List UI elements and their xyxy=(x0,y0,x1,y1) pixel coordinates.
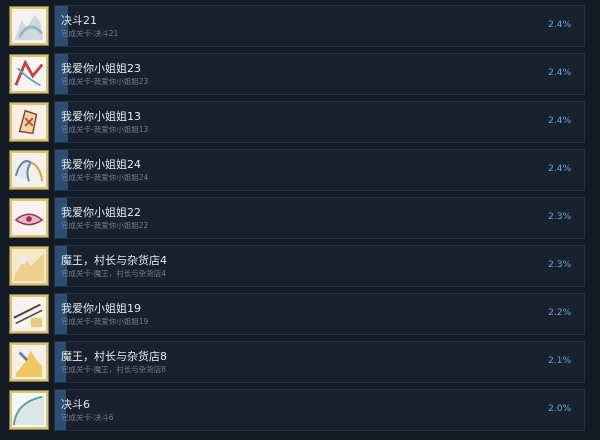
achievement-description: 完成关卡-我爱你小姐姐24 xyxy=(61,173,149,182)
achievement-title: 决斗6 xyxy=(61,398,90,411)
achievement-progress-track: 我爱你小姐姐22 完成关卡-我爱你小姐姐22 2.3% xyxy=(54,197,585,239)
achievement-row[interactable]: 我爱你小姐姐22 完成关卡-我爱你小姐姐22 2.3% xyxy=(9,197,585,239)
achievement-description: 完成关卡-决斗21 xyxy=(61,29,119,38)
achievement-description: 完成关卡-我爱你小姐姐23 xyxy=(61,77,149,86)
achievement-progress-track: 我爱你小姐姐23 完成关卡-我爱你小姐姐23 2.4% xyxy=(54,53,585,95)
achievement-progress-track: 魔王，村长与杂货店8 完成关卡-魔王，村长与杂货店8 2.1% xyxy=(54,341,585,383)
achievement-progress-track: 决斗21 完成关卡-决斗21 2.4% xyxy=(54,5,585,47)
achievement-title: 我爱你小姐姐19 xyxy=(61,302,141,315)
achievement-title: 我爱你小姐姐22 xyxy=(61,206,141,219)
achievement-thumbnail-icon xyxy=(9,198,49,238)
achievement-progress-track: 我爱你小姐姐13 完成关卡-我爱你小姐姐13 2.4% xyxy=(54,101,585,143)
achievement-percent: 2.3% xyxy=(548,260,571,270)
achievement-title: 我爱你小姐姐23 xyxy=(61,62,141,75)
achievement-progress-track: 我爱你小姐姐24 完成关卡-我爱你小姐姐24 2.4% xyxy=(54,149,585,191)
achievement-row[interactable]: 魔王，村长与杂货店4 完成关卡-魔王，村长与杂货店4 2.3% xyxy=(9,245,585,287)
achievement-title: 我爱你小姐姐24 xyxy=(61,158,141,171)
achievement-description: 完成关卡-我爱你小姐姐22 xyxy=(61,221,149,230)
achievement-row[interactable]: 我爱你小姐姐23 完成关卡-我爱你小姐姐23 2.4% xyxy=(9,53,585,95)
achievement-percent: 2.3% xyxy=(548,212,571,222)
achievement-percent: 2.4% xyxy=(548,68,571,78)
achievement-progress-track: 决斗6 完成关卡-决斗6 2.0% xyxy=(54,389,585,431)
achievement-row[interactable]: 我爱你小姐姐19 完成关卡-我爱你小姐姐19 2.2% xyxy=(9,293,585,335)
achievement-thumbnail-icon xyxy=(9,246,49,286)
achievement-thumbnail-icon xyxy=(9,342,49,382)
achievement-row[interactable]: 魔王，村长与杂货店8 完成关卡-魔王，村长与杂货店8 2.1% xyxy=(9,341,585,383)
achievement-percent: 2.4% xyxy=(548,164,571,174)
achievement-thumbnail-icon xyxy=(9,150,49,190)
achievement-description: 完成关卡-魔王，村长与杂货店8 xyxy=(61,365,166,374)
achievement-percent: 2.4% xyxy=(548,20,571,30)
achievement-percent: 2.1% xyxy=(548,356,571,366)
achievement-description: 完成关卡-魔王，村长与杂货店4 xyxy=(61,269,166,278)
achievement-description: 完成关卡-我爱你小姐姐13 xyxy=(61,125,149,134)
achievement-thumbnail-icon xyxy=(9,102,49,142)
achievement-description: 完成关卡-我爱你小姐姐19 xyxy=(61,317,149,326)
achievement-title: 魔王，村长与杂货店8 xyxy=(61,350,167,363)
achievement-title: 魔王，村长与杂货店4 xyxy=(61,254,167,267)
achievement-progress-track: 我爱你小姐姐19 完成关卡-我爱你小姐姐19 2.2% xyxy=(54,293,585,335)
achievement-percent: 2.0% xyxy=(548,404,571,414)
achievement-description: 完成关卡-决斗6 xyxy=(61,413,114,422)
achievement-percent: 2.2% xyxy=(548,308,571,318)
achievement-percent: 2.4% xyxy=(548,116,571,126)
achievement-thumbnail-icon xyxy=(9,6,49,46)
achievement-thumbnail-icon xyxy=(9,294,49,334)
achievement-row[interactable]: 决斗21 完成关卡-决斗21 2.4% xyxy=(9,5,585,47)
achievement-thumbnail-icon xyxy=(9,54,49,94)
achievement-row[interactable]: 我爱你小姐姐13 完成关卡-我爱你小姐姐13 2.4% xyxy=(9,101,585,143)
achievement-progress-track: 魔王，村长与杂货店4 完成关卡-魔王，村长与杂货店4 2.3% xyxy=(54,245,585,287)
achievement-list: 决斗21 完成关卡-决斗21 2.4% 我爱你小姐姐23 完成关卡-我爱你小姐姐… xyxy=(0,0,600,440)
achievement-row[interactable]: 我爱你小姐姐24 完成关卡-我爱你小姐姐24 2.4% xyxy=(9,149,585,191)
achievement-thumbnail-icon xyxy=(9,390,49,430)
achievement-row[interactable]: 决斗6 完成关卡-决斗6 2.0% xyxy=(9,389,585,431)
achievement-title: 决斗21 xyxy=(61,14,97,27)
achievement-title: 我爱你小姐姐13 xyxy=(61,110,141,123)
